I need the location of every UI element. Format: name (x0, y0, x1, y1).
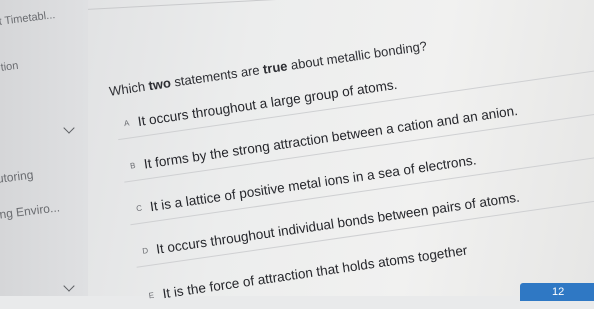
sidebar: t Timetabl... tion utoring ing Enviro... (0, 0, 88, 296)
question-panel: Which two statements are true about meta… (88, 0, 594, 301)
sidebar-item-tutoring[interactable]: utoring (0, 168, 34, 186)
sidebar-item-timetable[interactable]: t Timetabl... (0, 9, 56, 28)
chevron-down-icon[interactable] (63, 280, 75, 292)
question-emphasis-two: two (147, 75, 172, 94)
option-letter: E (148, 290, 155, 300)
page-number-badge[interactable]: 12 (520, 283, 594, 301)
sidebar-item-tion[interactable]: tion (0, 60, 19, 74)
question-middle: statements are (169, 61, 265, 90)
option-letter: C (135, 202, 143, 213)
question-suffix: about metallic bonding? (286, 38, 428, 74)
option-letter: D (141, 245, 149, 256)
chevron-down-icon[interactable] (63, 122, 75, 134)
question-emphasis-true: true (261, 58, 289, 77)
sidebar-item-environment[interactable]: ing Enviro... (0, 200, 61, 222)
option-letter: A (123, 117, 130, 128)
question-prefix: Which (108, 78, 150, 99)
option-letter: B (129, 160, 136, 171)
page-number: 12 (552, 286, 565, 298)
